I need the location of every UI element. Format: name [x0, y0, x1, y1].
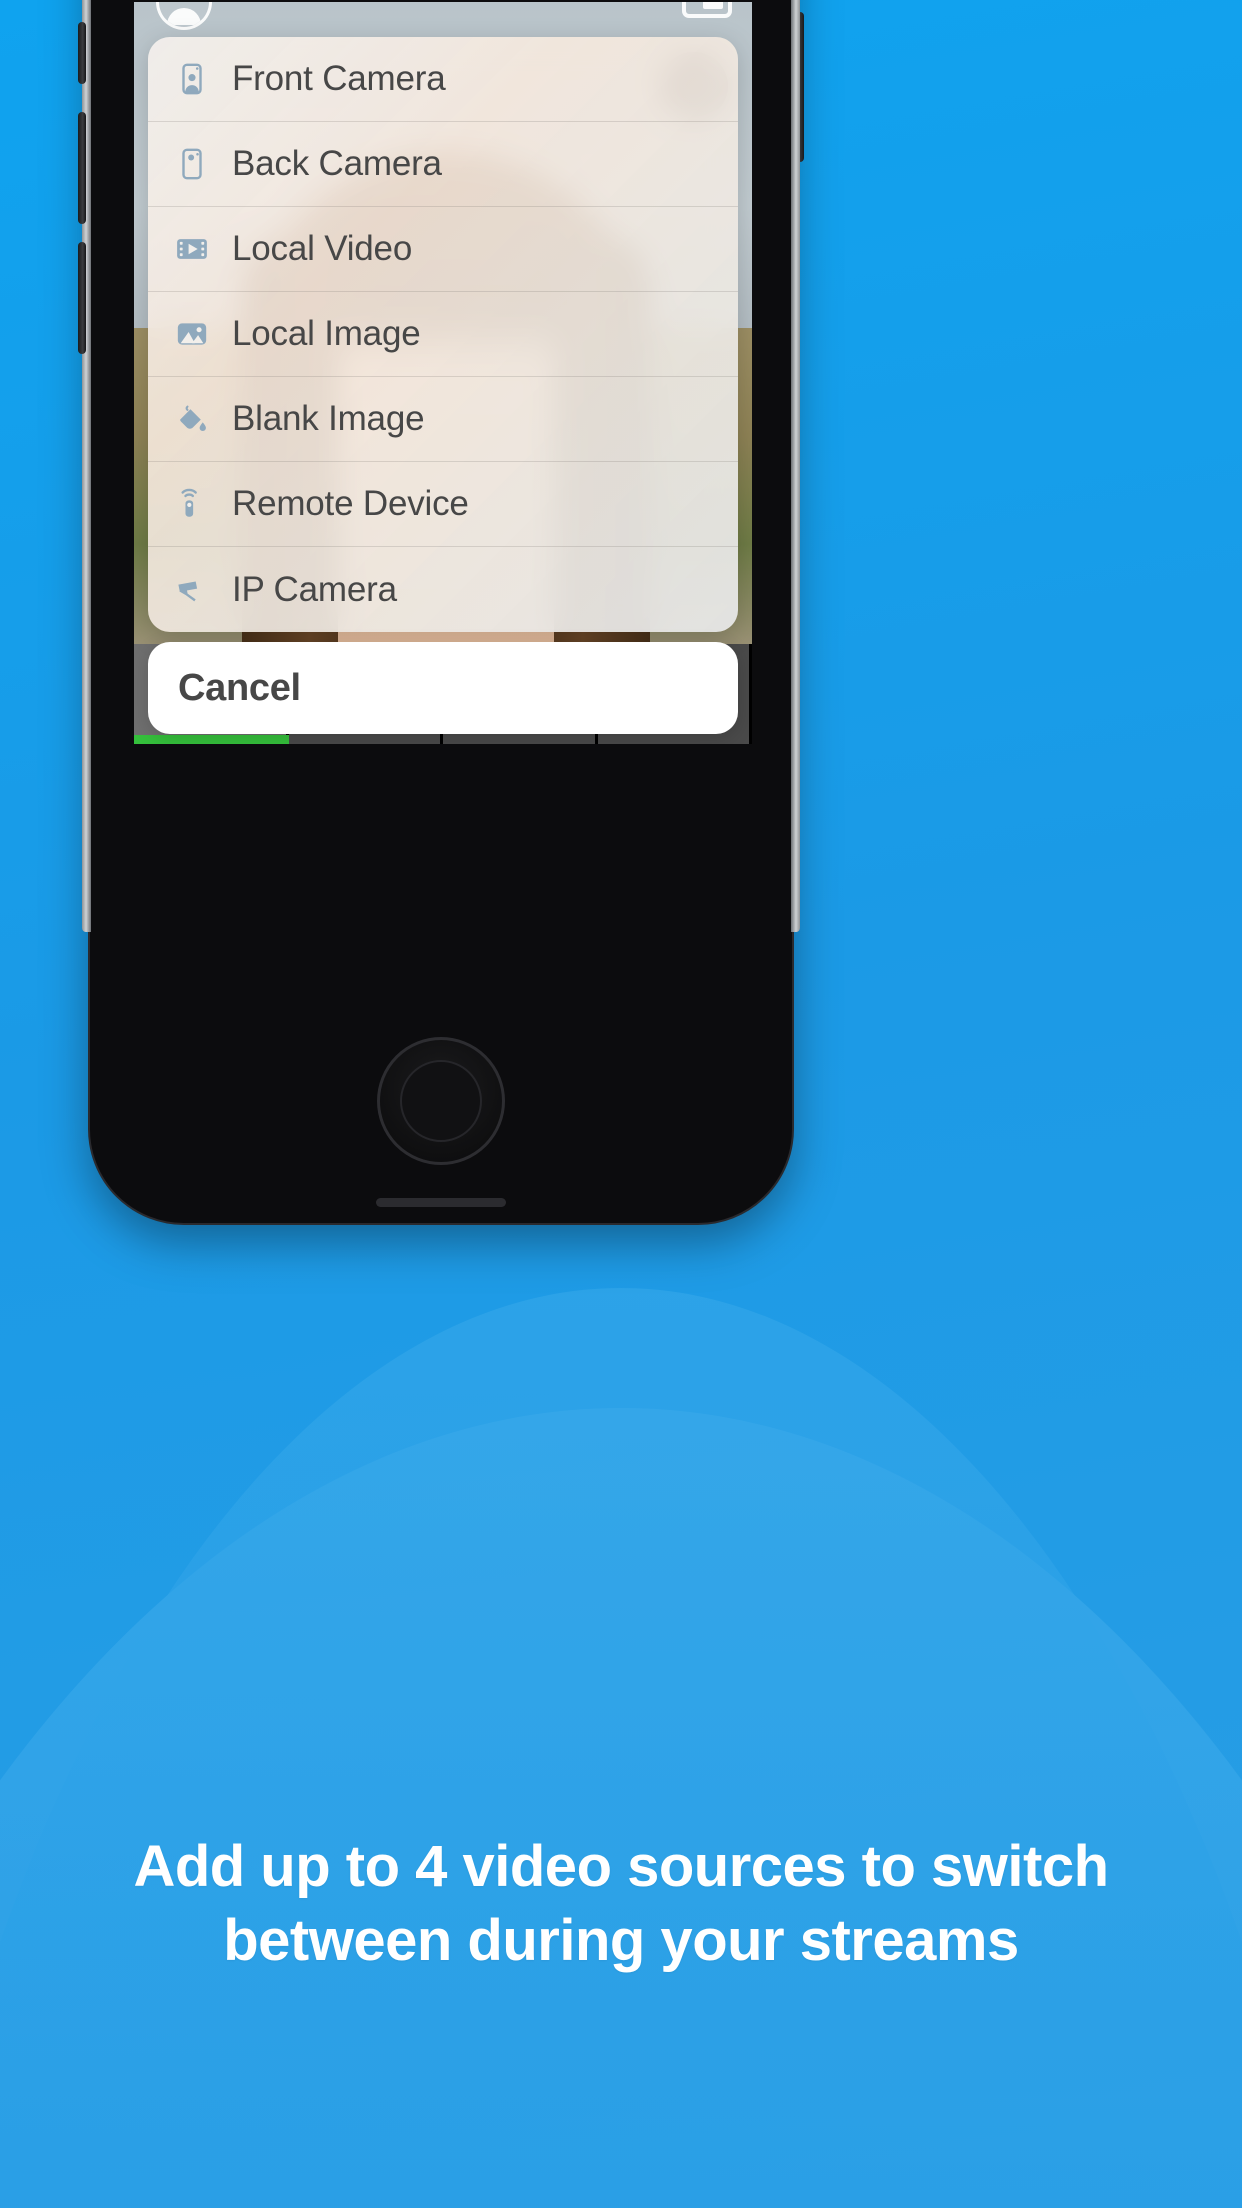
sheet-item-label: Back Camera — [232, 144, 442, 183]
home-button-ring — [400, 1060, 482, 1142]
bottom-bezel-detail — [376, 1198, 506, 1207]
sheet-item-label: Front Camera — [232, 59, 446, 98]
sheet-item-ip-camera[interactable]: IP Camera — [148, 547, 738, 632]
film-play-glyph — [177, 239, 207, 259]
photo-icon — [168, 317, 216, 351]
video-source-action-sheet: Front Camera Back Camera Local Video Loc… — [148, 37, 738, 632]
promo-caption-line-2: between during your streams — [223, 1908, 1019, 1974]
phone-mockup: Front Camera Back Camera Local Video Loc… — [78, 0, 804, 1225]
film-play-icon — [168, 232, 216, 266]
sheet-item-label: IP Camera — [232, 569, 397, 609]
paint-bucket-icon — [168, 402, 216, 436]
mute-switch — [78, 22, 86, 84]
sheet-item-front-camera[interactable]: Front Camera — [148, 37, 738, 122]
person-circle-icon[interactable] — [156, 2, 212, 30]
back-camera-glyph — [182, 148, 202, 180]
promo-caption: Add up to 4 video sources to switch betw… — [0, 1830, 1242, 1978]
cctv-camera-icon — [168, 573, 216, 607]
power-button — [796, 12, 804, 162]
avatar-body — [167, 8, 201, 25]
sheet-item-label: Local Image — [232, 314, 421, 353]
sheet-item-label: Remote Device — [232, 484, 469, 523]
promo-caption-line-1: Add up to 4 video sources to switch — [133, 1834, 1109, 1899]
cancel-button-label: Cancel — [178, 666, 301, 709]
sheet-item-label: Blank Image — [232, 399, 425, 438]
sheet-item-back-camera[interactable]: Back Camera — [148, 122, 738, 207]
sheet-item-blank-image[interactable]: Blank Image — [148, 377, 738, 462]
volume-up-button — [78, 112, 86, 224]
remote-control-icon — [168, 487, 216, 521]
phone-screen: Front Camera Back Camera Local Video Loc… — [134, 2, 752, 744]
pip-inner — [703, 2, 723, 9]
sheet-item-remote-device[interactable]: Remote Device — [148, 462, 738, 547]
sheet-item-local-image[interactable]: Local Image — [148, 292, 738, 377]
live-status-bar — [134, 735, 289, 744]
volume-down-button — [78, 242, 86, 354]
front-camera-glyph — [182, 63, 202, 95]
sheet-item-label: Local Video — [232, 229, 413, 268]
picture-in-picture-icon[interactable] — [682, 2, 732, 18]
cctv-camera-glyph — [178, 581, 198, 601]
sheet-item-local-video[interactable]: Local Video — [148, 207, 738, 292]
remote-control-glyph — [181, 488, 197, 517]
back-camera-icon — [168, 147, 216, 181]
front-camera-icon — [168, 62, 216, 96]
cancel-button[interactable]: Cancel — [148, 642, 738, 734]
home-button[interactable] — [377, 1037, 505, 1165]
paint-bucket-glyph — [180, 405, 206, 432]
photo-glyph — [177, 323, 207, 345]
